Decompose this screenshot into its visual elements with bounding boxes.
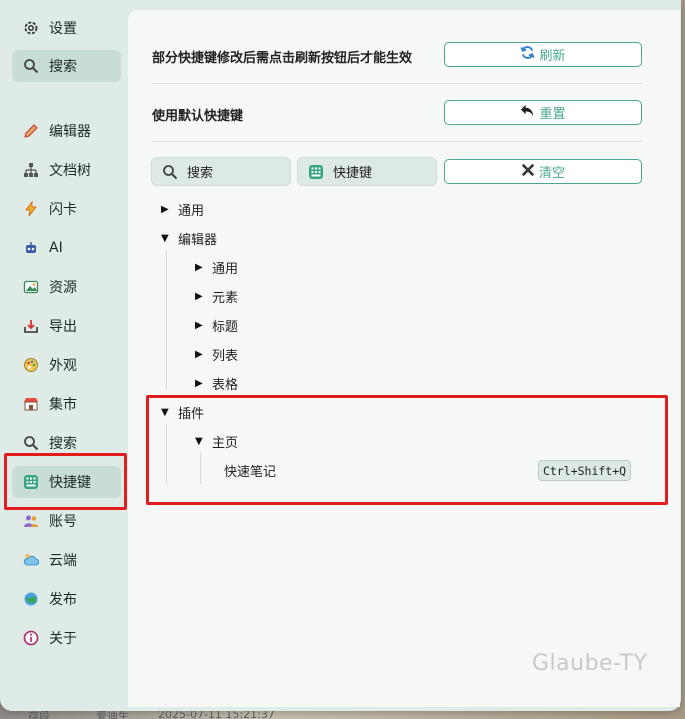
caret-right-icon: ▶ [195,377,203,389]
sidebar-item-label: 搜索 [49,436,77,452]
refresh-icon [520,45,535,64]
search-icon [22,434,40,452]
sidebar-item-appearance[interactable]: 外观 [12,349,121,381]
sidebar-item-marketplace[interactable]: 集市 [12,388,121,420]
image-icon [22,278,40,296]
export-icon [22,317,40,335]
sidebar-item-label: 文档树 [49,163,91,179]
publish-icon [22,590,40,608]
sidebar-item-label: 编辑器 [49,124,91,140]
search-placeholder: 搜索 [187,166,214,181]
tree-icon [22,161,40,179]
reset-button-label: 重置 [539,107,566,122]
sidebar-item-search[interactable]: 搜索 [12,50,121,82]
sidebar-item-about[interactable]: 关于 [12,622,121,654]
sidebar-item-label: 外观 [49,358,77,374]
caret-down-icon: ▼ [161,232,169,244]
account-icon [22,512,40,530]
sidebar-item-export[interactable]: 导出 [12,310,121,342]
search-icon [162,164,178,180]
footer-text: 存段 [28,711,50,719]
cloud-icon [22,551,40,569]
search-input[interactable]: 搜索 [151,157,291,186]
tree-guide-line [166,250,167,390]
clear-button[interactable]: 清空 [444,159,642,184]
sidebar-item-flashcard[interactable]: 闪卡 [12,193,121,225]
tree-node-label: 标题 [212,319,239,335]
tree-node-list[interactable]: ▶ 列表 [195,343,238,365]
caret-right-icon: ▶ [195,290,203,302]
tree-node-label: 通用 [212,261,239,277]
info-icon [22,629,40,647]
footer-date: 2025-07-11 15:21:37 [158,711,275,719]
tree-node-label: 表格 [212,377,239,393]
sidebar-item-label: 发布 [49,592,77,608]
undo-icon [520,103,535,122]
market-icon [22,395,40,413]
sidebar-item-label: 云端 [49,553,77,569]
keymap-placeholder: 快捷键 [333,166,373,181]
keymap-input[interactable]: 快捷键 [297,157,437,186]
tree-node-general[interactable]: ▶ 通用 [161,198,204,220]
tree-node-table[interactable]: ▶ 表格 [195,372,238,394]
tree-node-label: 编辑器 [178,232,218,248]
reset-button[interactable]: 重置 [444,100,642,125]
tree-node-editor[interactable]: ▼ 编辑器 [161,227,217,249]
caret-right-icon: ▶ [195,319,203,331]
flash-icon [22,200,40,218]
default-keymap-label: 使用默认快捷键 [152,109,244,124]
caret-right-icon: ▶ [195,261,203,273]
pencil-icon [22,122,40,140]
tree-node-editor-general[interactable]: ▶ 通用 [195,256,238,278]
sidebar-item-label: 资源 [49,280,77,296]
tree-node-label: 列表 [212,348,239,364]
keyboard-icon [308,164,324,180]
sidebar-item-publish[interactable]: 发布 [12,583,121,615]
sidebar-item-label: 设置 [49,21,77,37]
background-window-footer: 存段 爱迪生 2025-07-11 15:21:37 [0,711,685,719]
sidebar-item-cloud[interactable]: 云端 [12,544,121,576]
sidebar-item-editor[interactable]: 编辑器 [12,115,121,147]
search-icon [22,57,40,75]
divider [152,83,642,84]
sidebar-item-ai[interactable]: AI [12,232,121,264]
highlight-box-plugins [146,395,668,505]
settings-sidebar: 设置 搜索 编辑器 文档树 闪卡 AI 资源 导出 外观 集市 搜索 快捷键 账… [0,0,128,711]
sidebar-item-label: AI [49,240,63,256]
sidebar-item-doctree[interactable]: 文档树 [12,154,121,186]
clear-button-label: 清空 [538,166,565,181]
close-icon [521,163,535,181]
caret-right-icon: ▶ [161,203,169,215]
robot-icon [22,239,40,257]
divider [152,141,642,142]
highlight-box-sidebar [4,453,127,510]
watermark: Glaube-TY [532,651,648,676]
refresh-button[interactable]: 刷新 [444,42,642,67]
sidebar-item-settings[interactable]: 设置 [12,12,121,44]
sidebar-item-label: 搜索 [49,59,77,75]
settings-dialog: 设置 搜索 编辑器 文档树 闪卡 AI 资源 导出 外观 集市 搜索 快捷键 账… [0,0,681,711]
sidebar-item-label: 关于 [49,631,77,647]
gear-icon [22,19,40,37]
sidebar-item-label: 导出 [49,319,77,335]
tree-node-heading[interactable]: ▶ 标题 [195,314,238,336]
sidebar-item-label: 闪卡 [49,202,77,218]
sidebar-item-assets[interactable]: 资源 [12,271,121,303]
footer-text: 爱迪生 [96,711,129,719]
tree-node-element[interactable]: ▶ 元素 [195,285,238,307]
keymap-panel: 部分快捷键修改后需点击刷新按钮后才能生效 刷新 使用默认快捷键 重置 搜索 快捷… [128,10,680,707]
refresh-hint: 部分快捷键修改后需点击刷新按钮后才能生效 [152,51,413,66]
palette-icon [22,356,40,374]
sidebar-item-label: 集市 [49,397,77,413]
caret-right-icon: ▶ [195,348,203,360]
refresh-button-label: 刷新 [539,49,566,64]
sidebar-item-label: 账号 [49,514,77,530]
tree-node-label: 通用 [178,203,205,219]
tree-node-label: 元素 [212,290,239,306]
